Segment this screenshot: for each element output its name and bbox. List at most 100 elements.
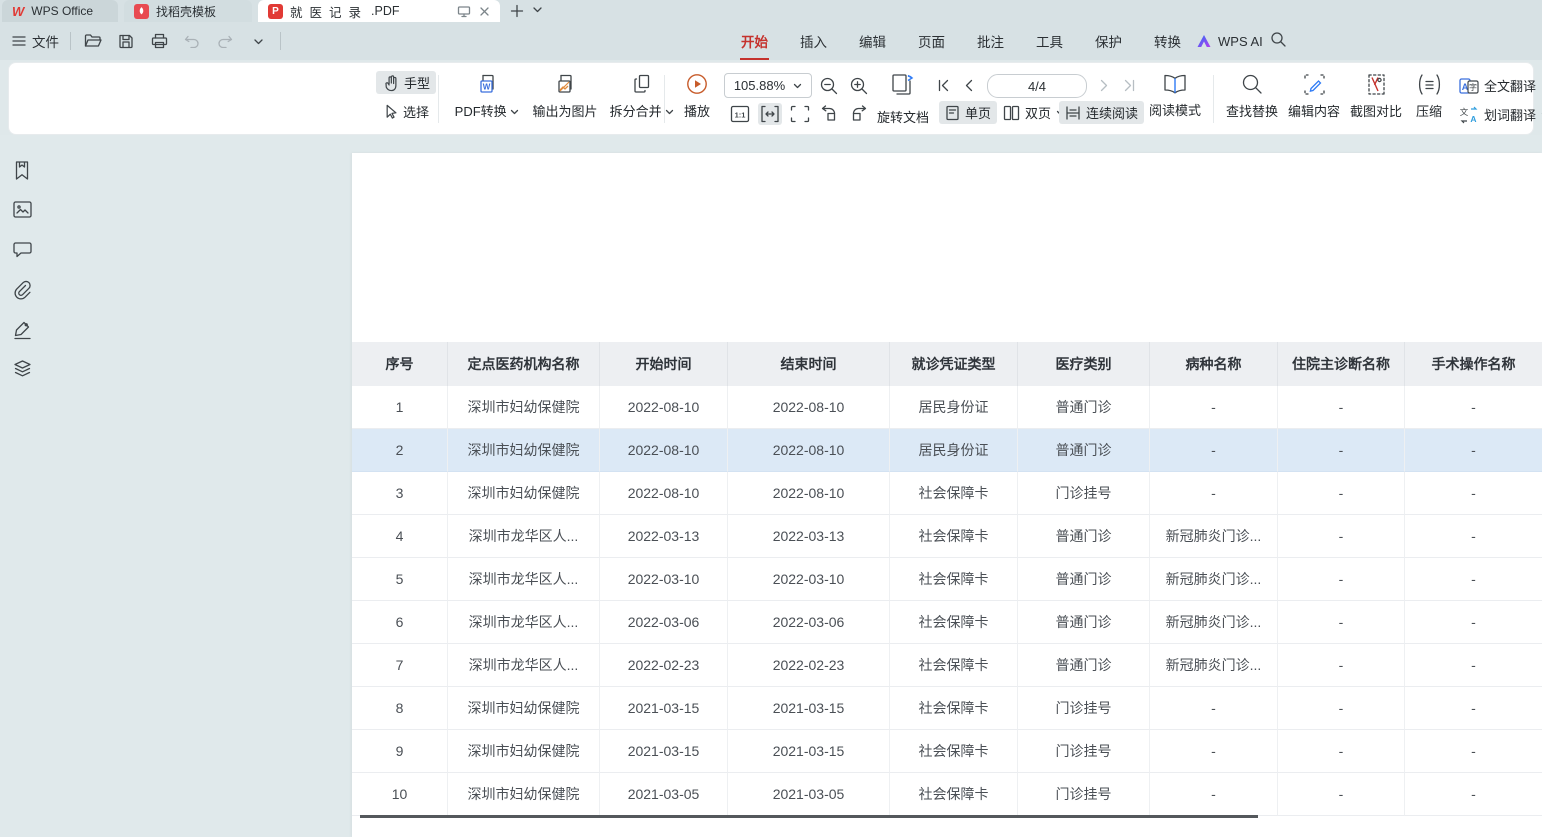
table-cell: - xyxy=(1278,773,1405,816)
screenshot-compare-button[interactable]: 截图对比 xyxy=(1345,73,1407,120)
table-cell: 2022-03-10 xyxy=(600,558,728,601)
menu-item-insert[interactable]: 插入 xyxy=(799,29,828,53)
compress-button[interactable]: 压缩 xyxy=(1405,73,1453,120)
print-button[interactable] xyxy=(148,30,170,52)
table-cell: 普通门诊 xyxy=(1018,386,1150,429)
menu-item-tools[interactable]: 工具 xyxy=(1035,29,1064,53)
close-icon[interactable] xyxy=(479,6,490,17)
docer-icon xyxy=(134,4,149,19)
zoom-in-button[interactable] xyxy=(847,74,871,98)
table-cell: 新冠肺炎门诊... xyxy=(1150,644,1278,687)
menu-item-edit[interactable]: 编辑 xyxy=(858,29,887,53)
wps-ai-button[interactable]: WPS AI xyxy=(1196,22,1263,60)
layers-icon xyxy=(12,359,33,379)
table-cell: - xyxy=(1405,687,1542,730)
tab-docer-templates[interactable]: 找稻壳模板 xyxy=(124,0,252,22)
pdf-page[interactable]: 序号 定点医药机构名称 开始时间 结束时间 就诊凭证类型 医疗类别 病种名称 住… xyxy=(352,153,1542,837)
table-cell: 4 xyxy=(352,515,448,558)
table-cell: 门诊挂号 xyxy=(1018,687,1150,730)
play-button[interactable]: 播放 xyxy=(671,72,723,120)
layers-panel-button[interactable] xyxy=(12,359,34,381)
file-menu-button[interactable]: 文件 xyxy=(12,31,59,51)
zoom-level-select[interactable]: 105.88% xyxy=(724,73,812,98)
tab-wps-office[interactable]: W WPS Office xyxy=(2,0,118,22)
menu-item-page[interactable]: 页面 xyxy=(917,29,946,53)
save-button[interactable] xyxy=(115,30,137,52)
signature-panel-button[interactable] xyxy=(12,319,34,341)
find-replace-button[interactable]: 查找替换 xyxy=(1221,73,1283,120)
full-translate-button[interactable]: A 字 全文翻译 xyxy=(1453,74,1542,97)
table-cell: 2 xyxy=(352,429,448,472)
word-translate-button[interactable]: 文 A 划词翻译 xyxy=(1453,103,1542,126)
table-cell: 2022-08-10 xyxy=(600,386,728,429)
medical-record-table: 序号 定点医药机构名称 开始时间 结束时间 就诊凭证类型 医疗类别 病种名称 住… xyxy=(352,342,1542,816)
horizontal-scrollbar[interactable] xyxy=(360,815,1258,818)
comment-panel-button[interactable] xyxy=(12,240,34,262)
last-page-button[interactable] xyxy=(1123,79,1136,92)
pdf-convert-button[interactable]: W PDF转换 xyxy=(449,72,525,120)
table-cell: 2022-08-10 xyxy=(600,429,728,472)
image-icon xyxy=(12,200,33,219)
tab-document-pdf[interactable]: P 就医记录 .PDF xyxy=(258,0,500,22)
continuous-read-button[interactable]: 连续阅读 xyxy=(1059,101,1144,124)
tab-list-chevron-icon[interactable] xyxy=(532,4,543,15)
first-page-icon xyxy=(937,79,950,92)
menu-item-protect[interactable]: 保护 xyxy=(1094,29,1123,53)
rotate-left-icon xyxy=(819,104,839,123)
table-cell: 2021-03-15 xyxy=(600,730,728,773)
redo-button[interactable] xyxy=(214,30,236,52)
undo-button[interactable] xyxy=(181,30,203,52)
fit-width-button[interactable] xyxy=(758,103,782,125)
table-cell: 门诊挂号 xyxy=(1018,773,1150,816)
read-mode-button[interactable]: 阅读模式 xyxy=(1143,72,1207,119)
table-cell: 社会保障卡 xyxy=(890,687,1018,730)
table-cell: - xyxy=(1150,687,1278,730)
attachment-panel-button[interactable] xyxy=(12,280,34,302)
table-cell: 社会保障卡 xyxy=(890,558,1018,601)
document-area: 序号 定点医药机构名称 开始时间 结束时间 就诊凭证类型 医疗类别 病种名称 住… xyxy=(0,135,1542,837)
next-page-button[interactable] xyxy=(1099,79,1110,92)
export-image-button[interactable]: 输出为图片 xyxy=(525,72,605,120)
edit-content-button[interactable]: 编辑内容 xyxy=(1283,73,1345,120)
zoom-level-value: 105.88% xyxy=(734,78,785,93)
table-row: 4深圳市龙华区人...2022-03-132022-03-13社会保障卡普通门诊… xyxy=(352,515,1542,558)
chevron-left-icon xyxy=(963,79,974,92)
fit-page-button[interactable] xyxy=(788,103,812,125)
rotate-right-button[interactable] xyxy=(847,102,871,125)
previous-page-button[interactable] xyxy=(963,79,974,92)
rotate-left-button[interactable] xyxy=(817,102,841,125)
printer-icon xyxy=(151,33,168,49)
quick-access-chevron[interactable] xyxy=(247,30,269,52)
monitor-icon[interactable] xyxy=(457,5,471,18)
table-cell: 普通门诊 xyxy=(1018,558,1150,601)
single-page-button[interactable]: 单页 xyxy=(939,101,997,124)
page-indicator-input[interactable]: 4/4 xyxy=(987,74,1087,98)
document-extension: .PDF xyxy=(371,4,399,18)
actual-size-button[interactable]: 1:1 xyxy=(728,103,752,125)
find-replace-icon xyxy=(1241,73,1264,96)
thumbnail-panel-button[interactable] xyxy=(12,200,34,222)
menu-item-comment[interactable]: 批注 xyxy=(976,29,1005,53)
fit-width-icon xyxy=(760,105,780,123)
new-tab-button[interactable] xyxy=(508,2,526,20)
zoom-out-button[interactable] xyxy=(817,74,841,98)
table-cell: 新冠肺炎门诊... xyxy=(1150,515,1278,558)
table-cell: 深圳市妇幼保健院 xyxy=(448,429,600,472)
select-tool-button[interactable]: 选择 xyxy=(376,100,435,123)
table-cell: 2022-08-10 xyxy=(728,429,890,472)
table-cell: 8 xyxy=(352,687,448,730)
split-merge-button[interactable]: 拆分合并 xyxy=(605,72,679,120)
menu-search-button[interactable] xyxy=(1270,31,1287,48)
open-file-button[interactable] xyxy=(82,30,104,52)
bookmark-panel-button[interactable] xyxy=(12,160,34,182)
menu-item-convert[interactable]: 转换 xyxy=(1153,29,1182,53)
first-page-button[interactable] xyxy=(937,79,950,92)
table-cell: 深圳市龙华区人... xyxy=(448,558,600,601)
rotate-pages-button[interactable] xyxy=(887,71,919,100)
bookmark-icon xyxy=(12,160,32,182)
menu-item-home[interactable]: 开始 xyxy=(740,29,769,53)
hand-tool-button[interactable]: 手型 xyxy=(376,71,436,94)
divider xyxy=(70,32,71,50)
table-cell: 2021-03-05 xyxy=(600,773,728,816)
table-cell: - xyxy=(1278,429,1405,472)
